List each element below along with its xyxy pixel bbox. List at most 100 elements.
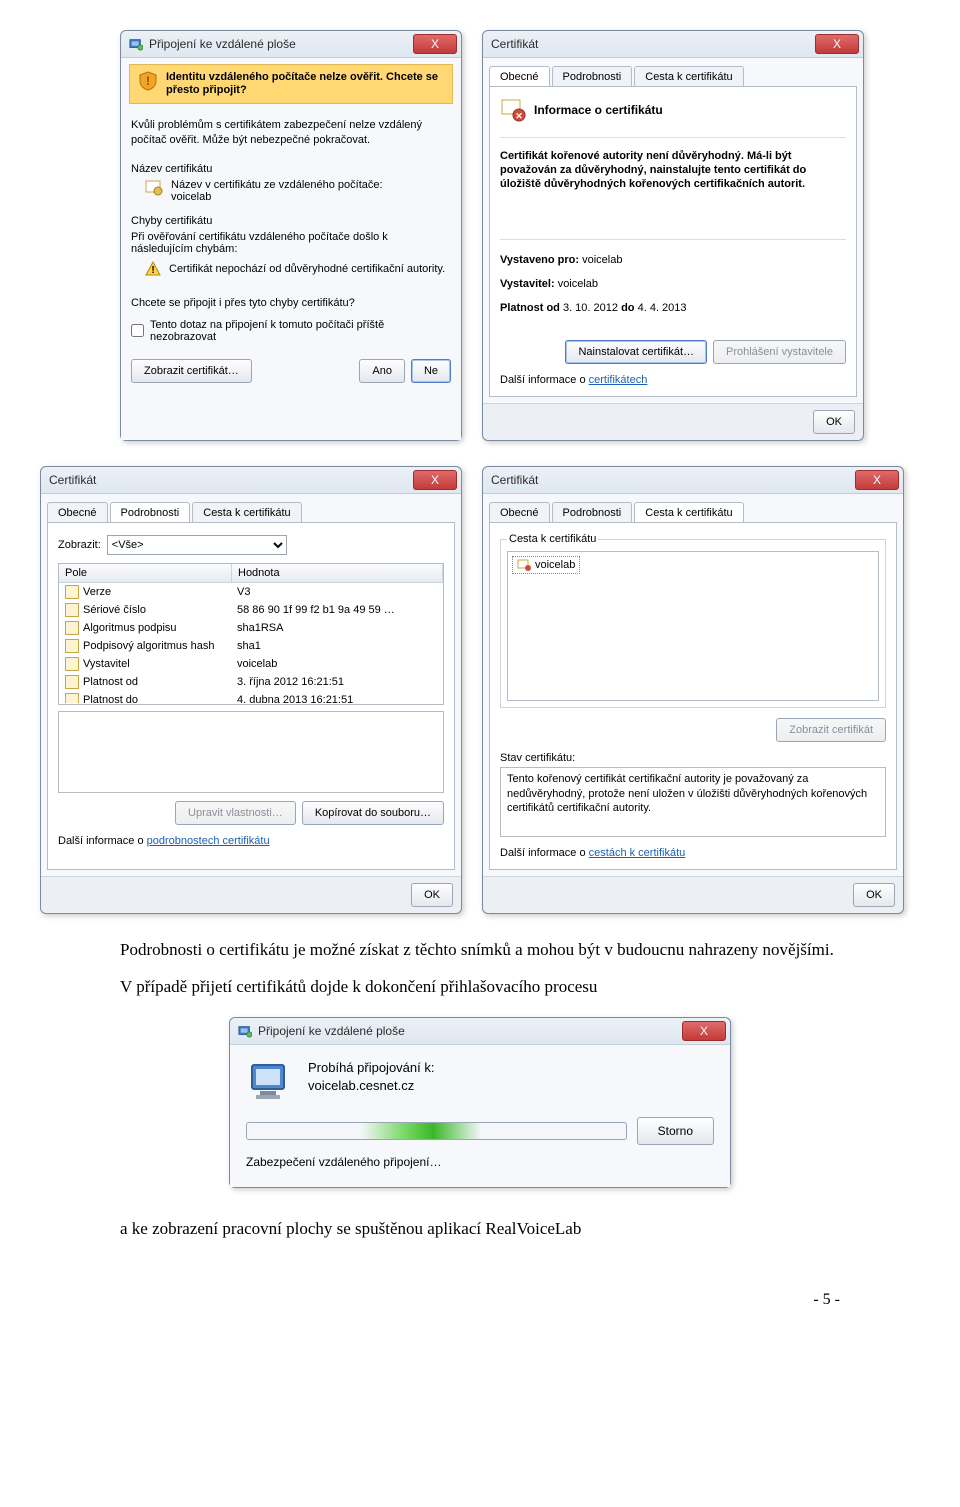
field-icon [65, 639, 79, 653]
dialog-title: Připojení ke vzdálené ploše [258, 1024, 405, 1038]
rdp-connecting-dialog: Připojení ke vzdálené ploše X Probíhá př… [229, 1017, 731, 1188]
tab-path[interactable]: Cesta k certifikátu [192, 502, 301, 522]
rdp-icon [129, 37, 143, 51]
table-row: Platnost od3. října 2012 16:21:51 [59, 673, 443, 691]
show-select[interactable]: <Vše> [107, 535, 287, 555]
doc-paragraph-2: V případě přijetí certifikátů dojde k do… [120, 976, 840, 999]
cert-path-tree[interactable]: voicelab [507, 551, 879, 701]
more-info-link[interactable]: cestách k certifikátu [589, 847, 686, 859]
close-x: X [431, 37, 439, 51]
yes-button[interactable]: Ano [359, 359, 405, 383]
dialog-title: Certifikát [49, 473, 96, 487]
warning-paragraph: Kvůli problémům s certifikátem zabezpeče… [131, 118, 451, 147]
connecting-label: Probíhá připojování k: [308, 1059, 434, 1077]
no-button[interactable]: Ne [411, 359, 451, 383]
table-row: VerzeV3 [59, 583, 443, 601]
progress-bar [246, 1122, 627, 1140]
rdp-warning-dialog: Připojení ke vzdálené ploše X ! Identitu… [120, 30, 462, 441]
close-button[interactable]: X [413, 34, 457, 54]
table-row: Vystavitelvoicelab [59, 655, 443, 673]
view-certificate-button[interactable]: Zobrazit certifikát… [131, 359, 252, 383]
dont-ask-label: Tento dotaz na připojení k tomuto počíta… [150, 319, 451, 343]
issuer-value: voicelab [558, 278, 598, 290]
cert-errors-label: Chyby certifikátu [131, 215, 451, 227]
field-icon [65, 675, 79, 689]
tab-general[interactable]: Obecné [489, 66, 550, 86]
tab-general[interactable]: Obecné [489, 502, 550, 522]
titlebar[interactable]: Certifikát X [41, 467, 461, 494]
certificate-error-icon [517, 558, 531, 572]
ok-button[interactable]: OK [411, 883, 453, 907]
field-icon [65, 585, 79, 599]
titlebar[interactable]: Certifikát X [483, 467, 903, 494]
close-button[interactable]: X [815, 34, 859, 54]
valid-from-label: Platnost od [500, 302, 560, 314]
titlebar[interactable]: Certifikát X [483, 31, 863, 58]
svg-text:✕: ✕ [515, 111, 523, 121]
connect-question: Chcete se připojit i přes tyto chyby cer… [131, 297, 451, 309]
table-row: Podpisový algoritmus hashsha1 [59, 637, 443, 655]
ok-button[interactable]: OK [853, 883, 895, 907]
edit-properties-button: Upravit vlastnosti… [175, 801, 296, 825]
tab-path[interactable]: Cesta k certifikátu [634, 502, 743, 522]
field-icon [65, 693, 79, 703]
ok-button[interactable]: OK [813, 410, 855, 434]
close-button[interactable]: X [682, 1021, 726, 1041]
copy-to-file-button[interactable]: Kopírovat do souboru… [302, 801, 444, 825]
certificate-icon [145, 179, 163, 197]
issuer-statement-button: Prohlášení vystavitele [713, 340, 846, 364]
tab-details[interactable]: Podrobnosti [110, 502, 191, 522]
install-certificate-button[interactable]: Nainstalovat certifikát… [565, 340, 707, 364]
cert-name-line: Název v certifikátu ze vzdáleného počíta… [171, 179, 383, 191]
certificate-dialog-general: Certifikát X Obecné Podrobnosti Cesta k … [482, 30, 864, 441]
svg-text:!: ! [151, 265, 154, 276]
tree-item-label: voicelab [535, 559, 575, 571]
certificate-error-icon: ✕ [500, 97, 526, 123]
titlebar[interactable]: Připojení ke vzdálené ploše X [121, 31, 461, 58]
certificate-dialog-details: Certifikát X Obecné Podrobnosti Cesta k … [40, 466, 462, 914]
dialog-title: Připojení ke vzdálené ploše [149, 37, 296, 51]
close-button[interactable]: X [855, 470, 899, 490]
field-icon [65, 621, 79, 635]
shield-warning-icon: ! [138, 71, 158, 91]
table-row: Algoritmus podpisusha1RSA [59, 619, 443, 637]
more-info-pre: Další informace o [58, 835, 147, 847]
dialog-title: Certifikát [491, 37, 538, 51]
doc-paragraph-1: Podrobnosti o certifikátu je možné získa… [120, 939, 840, 962]
view-certificate-button: Zobrazit certifikát [776, 718, 886, 742]
valid-to-value: 4. 4. 2013 [638, 302, 687, 314]
tab-path[interactable]: Cesta k certifikátu [634, 66, 743, 86]
details-listview[interactable]: Pole Hodnota VerzeV3 Sériové číslo58 86 … [58, 563, 444, 705]
cancel-button[interactable]: Storno [637, 1117, 714, 1145]
certificate-dialog-path: Certifikát X Obecné Podrobnosti Cesta k … [482, 466, 904, 914]
tree-item[interactable]: voicelab [512, 556, 580, 574]
dont-ask-checkbox[interactable] [131, 324, 144, 337]
col-pole[interactable]: Pole [59, 564, 232, 582]
cert-name-label: Název certifikátu [131, 163, 451, 175]
connecting-host: voicelab.cesnet.cz [308, 1077, 434, 1095]
issuer-label: Vystavitel: [500, 278, 555, 290]
rdp-icon [238, 1024, 252, 1038]
more-info-link[interactable]: certifikátech [589, 374, 648, 386]
titlebar[interactable]: Připojení ke vzdálené ploše X [230, 1018, 730, 1045]
issued-to-label: Vystaveno pro: [500, 254, 579, 266]
issued-to-value: voicelab [582, 254, 622, 266]
page-number: - 5 - [0, 1291, 840, 1309]
more-info-link[interactable]: podrobnostech certifikátu [147, 835, 270, 847]
cert-status-label: Stav certifikátu: [500, 752, 886, 764]
valid-to-label: do [621, 302, 634, 314]
warning-banner: ! Identitu vzdáleného počítače nelze ově… [129, 64, 453, 104]
dialog-title: Certifikát [491, 473, 538, 487]
table-row: Platnost do4. dubna 2013 16:21:51 [59, 691, 443, 703]
cert-error-item: Certifikát nepochází od důvěryhodné cert… [169, 263, 445, 275]
cert-untrusted-text: Certifikát kořenové autority není důvěry… [500, 150, 846, 191]
table-row: Sériové číslo58 86 90 1f 99 f2 b1 9a 49 … [59, 601, 443, 619]
cert-status-text: Tento kořenový certifikát certifikační a… [500, 767, 886, 837]
col-hodnota[interactable]: Hodnota [232, 564, 443, 582]
close-button[interactable]: X [413, 470, 457, 490]
tab-details[interactable]: Podrobnosti [552, 66, 633, 86]
cert-path-group: Cesta k certifikátu voicelab [500, 533, 886, 708]
field-icon [65, 657, 79, 671]
tab-general[interactable]: Obecné [47, 502, 108, 522]
tab-details[interactable]: Podrobnosti [552, 502, 633, 522]
